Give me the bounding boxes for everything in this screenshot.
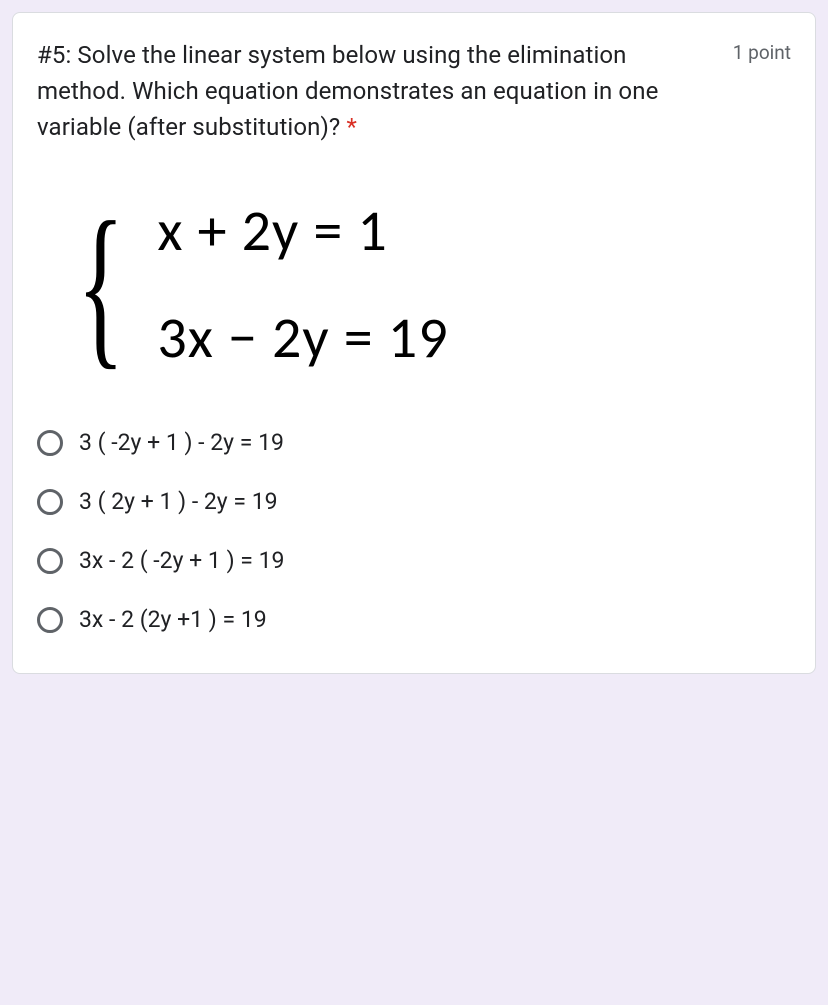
- option-4[interactable]: 3x - 2 (2y +1 ) = 19: [37, 590, 791, 649]
- radio-icon: [37, 548, 63, 574]
- option-label-1: 3 ( -2y + 1 ) - 2y = 19: [79, 429, 284, 456]
- option-2[interactable]: 3 ( 2y + 1 ) - 2y = 19: [37, 472, 791, 531]
- radio-icon: [37, 607, 63, 633]
- equations-group: x + 2y = 1 3x − 2y = 19: [157, 195, 448, 373]
- question-text: #5: Solve the linear system below using …: [37, 37, 713, 145]
- option-label-3: 3x - 2 ( -2y + 1 ) = 19: [79, 547, 284, 574]
- radio-icon: [37, 489, 63, 515]
- required-asterisk: *: [346, 113, 356, 141]
- equation-2: 3x − 2y = 19: [157, 302, 448, 373]
- question-header: #5: Solve the linear system below using …: [37, 37, 791, 145]
- equation-system: { x + 2y = 1 3x − 2y = 19: [37, 195, 791, 373]
- option-label-2: 3 ( 2y + 1 ) - 2y = 19: [79, 488, 278, 515]
- options-group: 3 ( -2y + 1 ) - 2y = 19 3 ( 2y + 1 ) - 2…: [37, 413, 791, 649]
- option-label-4: 3x - 2 (2y +1 ) = 19: [79, 606, 267, 633]
- option-1[interactable]: 3 ( -2y + 1 ) - 2y = 19: [37, 413, 791, 472]
- question-card: #5: Solve the linear system below using …: [12, 12, 816, 674]
- points-label: 1 point: [733, 37, 791, 64]
- equation-1: x + 2y = 1: [157, 195, 448, 266]
- option-3[interactable]: 3x - 2 ( -2y + 1 ) = 19: [37, 531, 791, 590]
- radio-icon: [37, 430, 63, 456]
- brace-icon: {: [77, 217, 125, 352]
